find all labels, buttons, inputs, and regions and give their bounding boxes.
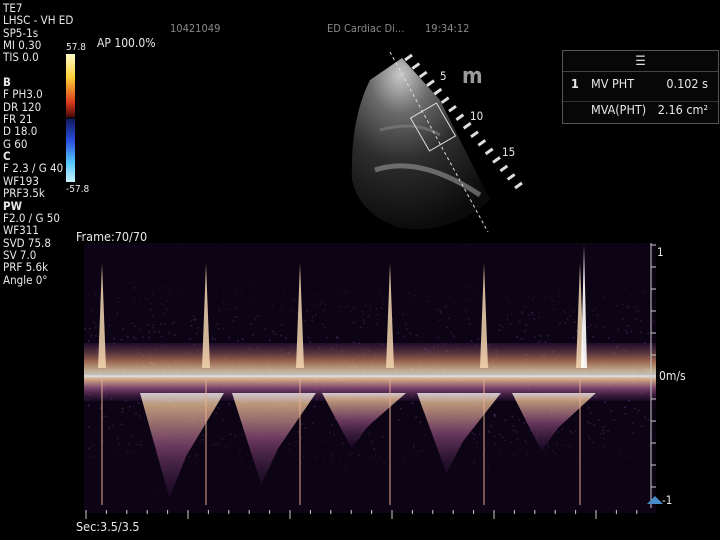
parameter-line: PRF3.5k: [3, 186, 45, 201]
parameter-line: TIS 0.0: [3, 50, 39, 65]
depth-label-15: 15: [502, 145, 516, 159]
parameter-line: F PH3.0: [3, 87, 43, 102]
parameter-line: D 18.0: [3, 124, 38, 139]
patient-id: 10421049: [170, 22, 221, 35]
measurement-value: 0.102 s: [666, 76, 708, 91]
logo: m: [462, 64, 483, 89]
parameter-panel: TE7 LHSC - VH ED SP5-1s MI 0.30 TIS 0.0 B F PH…: [3, 2, 73, 286]
parameter-line: [3, 64, 73, 76]
measurement-label: MV PHT: [591, 76, 635, 91]
parameter-line: PW: [3, 198, 22, 213]
scale-bottom: -1: [662, 493, 673, 507]
depth-label-5: 5: [440, 69, 447, 83]
exam-name: ED Cardiac Di...: [327, 22, 405, 35]
measurement-value: 2.16 cm²: [657, 102, 708, 117]
parameter-line: G 60: [3, 136, 28, 151]
parameter-line: LHSC - VH ED: [3, 13, 74, 28]
measurement-menu[interactable]: ☰: [563, 51, 718, 72]
parameter-line: PRF 5.6k: [3, 260, 49, 275]
spectral-doppler: [84, 243, 656, 513]
baseline-label: 0m/s: [659, 369, 686, 383]
baseline-arrow-icon[interactable]: [647, 496, 663, 504]
color-scale-min: -57.8: [66, 184, 90, 195]
measurement-index: 1: [571, 76, 579, 91]
parameter-line: Angle 0°: [3, 272, 48, 287]
sweep-time: Sec:3.5/3.5: [76, 519, 140, 534]
color-scale-max: 57.8: [66, 42, 87, 53]
parameter-line: F 2.3 / G 40: [3, 161, 64, 176]
menu-icon[interactable]: ☰: [635, 54, 646, 69]
color-scale-bar: [66, 54, 75, 182]
acoustic-power: AP 100.0%: [97, 36, 156, 50]
scale-top: 1: [657, 245, 664, 259]
measurement-row[interactable]: MVA(PHT) 2.16 cm²: [563, 101, 718, 117]
depth-label-10: 10: [470, 109, 484, 123]
parameter-line: WF311: [3, 223, 39, 238]
time-axis: [85, 510, 638, 519]
measurement-panel[interactable]: ☰ 1 MV PHT 0.102 s MVA(PHT) 2.16 cm²: [562, 50, 719, 124]
measurement-label: MVA(PHT): [591, 102, 647, 117]
frame-counter: Frame:70/70: [76, 229, 148, 244]
exam-time: 19:34:12: [425, 22, 470, 35]
